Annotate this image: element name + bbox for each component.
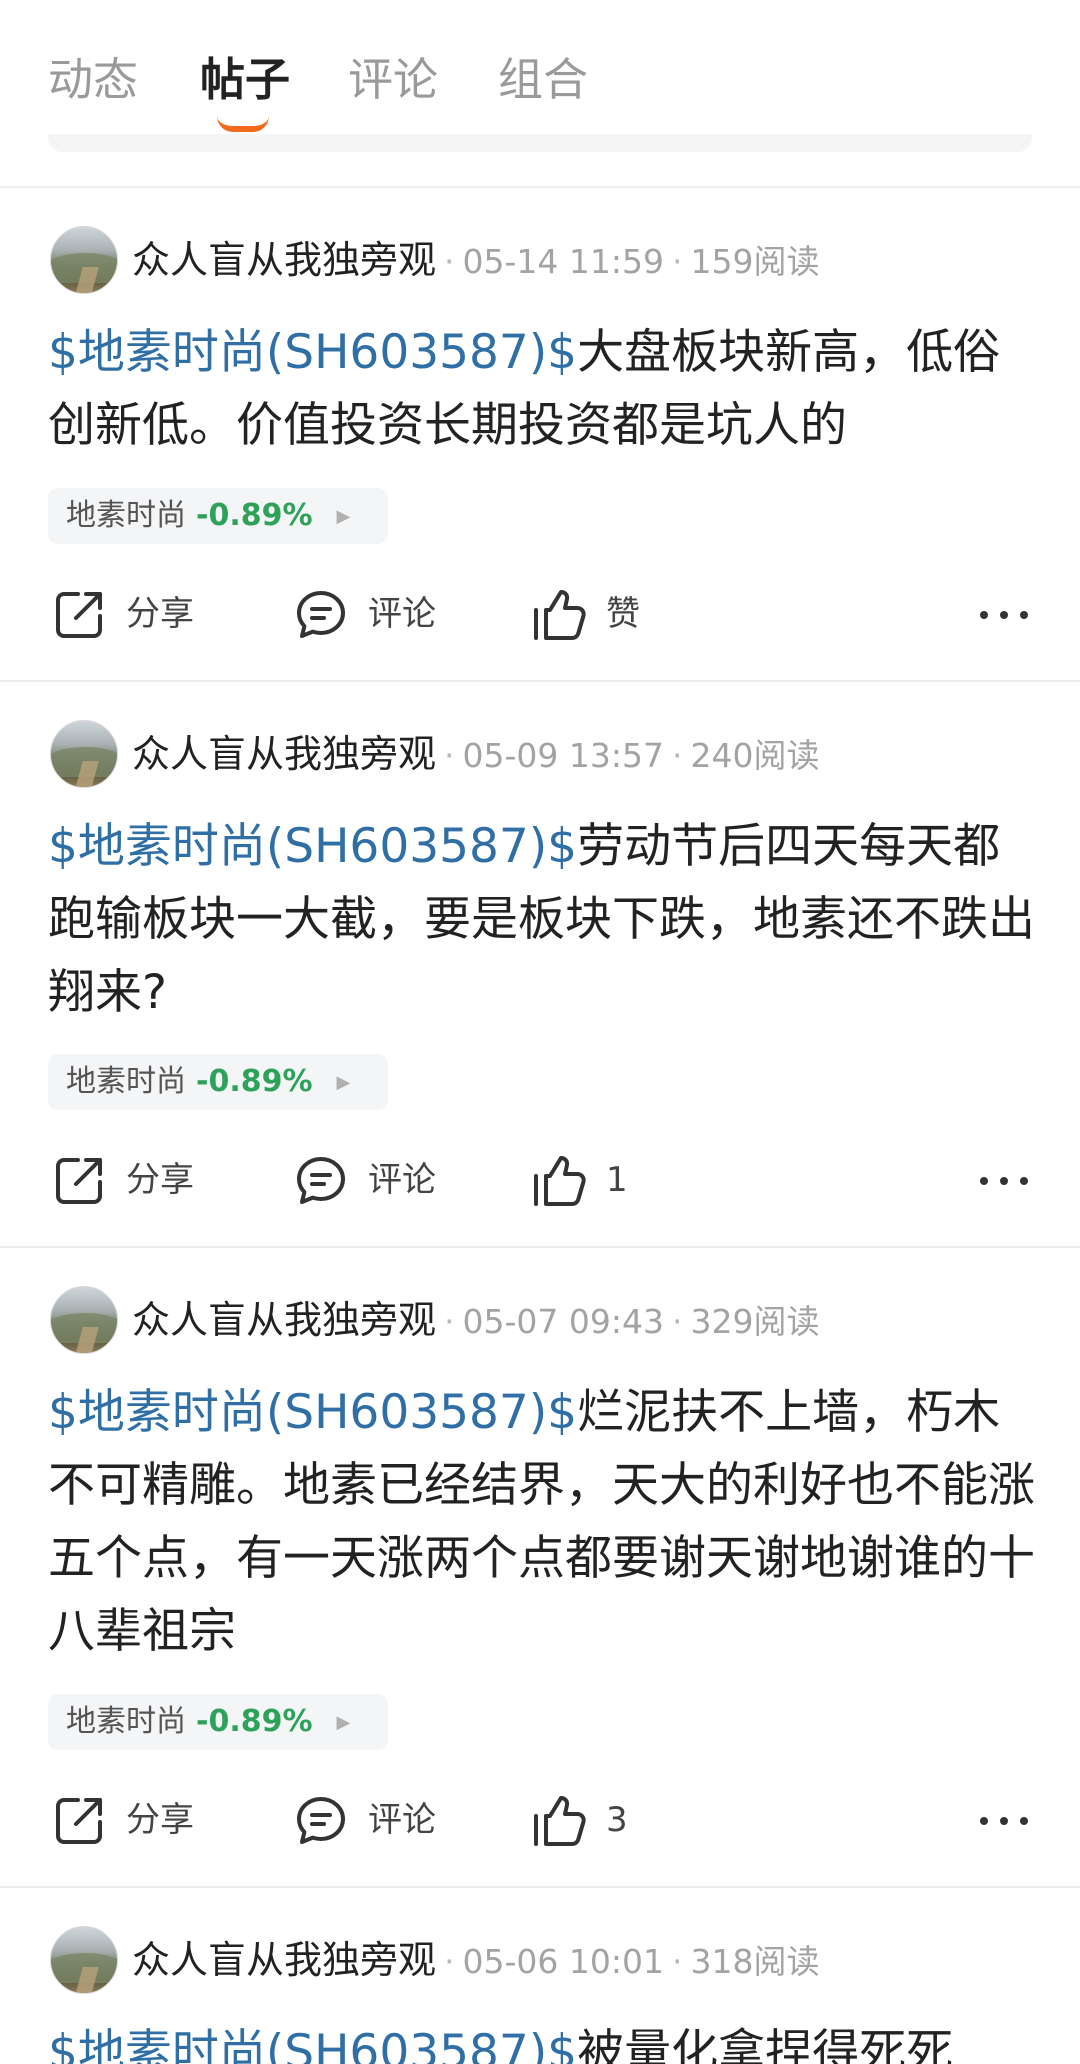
stock-link[interactable]: $地素时尚(SH603587)$ [48,1385,577,1440]
post-time: 05-09 13:57 [462,736,664,775]
post-actions: 分享 评论 赞 [0,584,1080,644]
post-body[interactable]: $地素时尚(SH603587)$大盘板块新高，低俗创新低。价值投资长期投资都是坑… [48,316,1038,462]
like-button[interactable]: 3 [532,1790,692,1850]
avatar[interactable] [50,226,118,294]
post-card[interactable]: 众人盲从我独旁观 · 05-09 13:57 · 240阅读 $地素时尚(SH60358… [0,682,1080,1248]
share-button[interactable]: 分享 [52,584,212,644]
chip-stock-change: -0.89% [196,1064,313,1099]
active-tab-indicator [217,116,269,132]
comment-icon [297,591,345,638]
tab-posts[interactable]: 帖子 [200,50,290,110]
post-actions: 分享 评论 1 [0,1150,1080,1210]
post-body[interactable]: $地素时尚(SH603587)$烂泥扶不上墙，朽木不可精雕。地素已经结界，天大的… [48,1376,1038,1668]
more-icon[interactable] [976,1790,1032,1850]
stock-chip[interactable]: 地素时尚 -0.89% ▶ [48,488,388,544]
chip-arrow-icon: ▶ [336,506,351,527]
chip-stock-name: 地素时尚 [66,1064,186,1099]
like-icon [534,590,586,640]
share-label: 分享 [126,1800,194,1840]
share-button[interactable]: 分享 [52,1150,212,1210]
more-icon[interactable] [976,1150,1032,1210]
share-button[interactable]: 分享 [52,1790,212,1850]
avatar[interactable] [50,720,118,788]
post-time: 05-07 09:43 [462,1302,664,1341]
author-name[interactable]: 众人盲从我独旁观 [132,1298,436,1342]
comment-label: 评论 [368,1160,436,1200]
comment-label: 评论 [368,1800,436,1840]
like-icon [534,1796,586,1846]
post-card[interactable]: 众人盲从我独旁观 · 05-06 10:01 · 318阅读 $地素时尚(SH60358… [0,1888,1080,2064]
comment-button[interactable]: 评论 [294,584,454,644]
share-icon [56,1158,102,1204]
like-count: 3 [606,1800,628,1840]
chip-stock-change: -0.89% [196,498,313,533]
post-card[interactable]: 众人盲从我独旁观 · 05-14 11:59 · 159阅读 $地素时尚(SH60358… [0,188,1080,682]
post-body[interactable]: $地素时尚(SH603587)$劳动节后四天每天都跑输板块一大截，要是板块下跌，… [48,810,1038,1029]
stock-link[interactable]: $地素时尚(SH603587)$ [48,819,577,874]
comment-button[interactable]: 评论 [294,1150,454,1210]
chip-arrow-icon: ▶ [336,1072,351,1093]
comment-button[interactable]: 评论 [294,1790,454,1850]
like-button[interactable]: 1 [532,1150,692,1210]
post-time: 05-14 11:59 [462,242,664,281]
read-count: 159阅读 [690,242,820,281]
tab-dynamics[interactable]: 动态 [48,50,138,110]
comment-icon [297,1797,345,1844]
post-meta: 众人盲从我独旁观 · 05-06 10:01 · 318阅读 [132,1938,820,1982]
share-icon [56,1798,102,1844]
chip-stock-name: 地素时尚 [66,1704,186,1739]
like-icon [534,1156,586,1206]
stock-user-posts-page: 动态 帖子 评论 组合 众人盲从我独旁观 · 05-14 11:59 · 159阅读 $… [0,0,1080,2064]
post-body[interactable]: $地素时尚(SH603587)$被量化拿捏得死死 [48,2016,1038,2064]
like-count: 1 [606,1160,628,1200]
share-label: 分享 [126,1160,194,1200]
more-icon[interactable] [976,584,1032,644]
stock-link[interactable]: $地素时尚(SH603587)$ [48,2025,577,2064]
chip-stock-change: -0.89% [196,1704,313,1739]
stock-chip[interactable]: 地素时尚 -0.89% ▶ [48,1054,388,1110]
post-text: 被量化拿捏得死死 [577,2025,954,2064]
chip-stock-name: 地素时尚 [66,498,186,533]
post-card[interactable]: 众人盲从我独旁观 · 05-07 09:43 · 329阅读 $地素时尚(SH60358… [0,1248,1080,1888]
author-name[interactable]: 众人盲从我独旁观 [132,732,436,776]
stock-chip[interactable]: 地素时尚 -0.89% ▶ [48,1694,388,1750]
post-meta: 众人盲从我独旁观 · 05-09 13:57 · 240阅读 [132,732,820,776]
avatar[interactable] [50,1926,118,1994]
read-count: 240阅读 [690,736,820,775]
post-time: 05-06 10:01 [462,1942,664,1981]
author-name[interactable]: 众人盲从我独旁观 [132,238,436,282]
avatar[interactable] [50,1286,118,1354]
like-count: 赞 [606,594,640,634]
share-label: 分享 [126,594,194,634]
tab-comments[interactable]: 评论 [348,50,438,110]
like-button[interactable]: 赞 [532,584,692,644]
share-icon [56,592,102,638]
profile-tab-bar: 动态 帖子 评论 组合 [0,0,1080,152]
chip-arrow-icon: ▶ [336,1712,351,1733]
read-count: 318阅读 [690,1942,820,1981]
author-name[interactable]: 众人盲从我独旁观 [132,1938,436,1982]
header-card-bottom [48,134,1032,152]
post-meta: 众人盲从我独旁观 · 05-07 09:43 · 329阅读 [132,1298,820,1342]
comment-label: 评论 [368,594,436,634]
read-count: 329阅读 [690,1302,820,1341]
post-meta: 众人盲从我独旁观 · 05-14 11:59 · 159阅读 [132,238,820,282]
tab-portfolio[interactable]: 组合 [498,50,588,110]
stock-link[interactable]: $地素时尚(SH603587)$ [48,325,577,380]
post-actions: 分享 评论 3 [0,1790,1080,1850]
comment-icon [297,1157,345,1204]
